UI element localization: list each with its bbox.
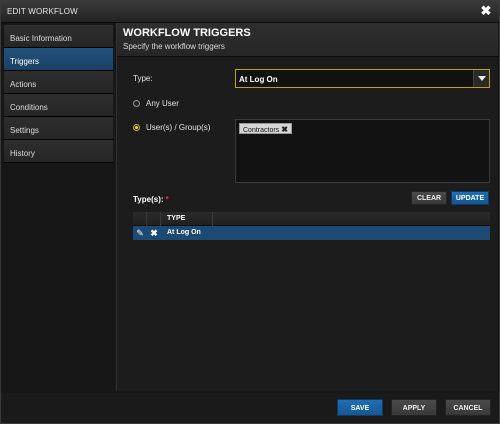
delete-icon[interactable]: ✖ [149,228,159,238]
sidebar-item-label: History [10,149,35,158]
sidebar-item-label: Basic Information [10,34,72,43]
sidebar-item-label: Triggers [10,57,40,66]
panel-header: WORKFLOW TRIGGERS Specify the workflow t… [117,23,498,57]
types-label: Type(s): * [133,195,169,204]
sidebar-item-settings[interactable]: Settings [4,117,113,140]
sidebar-item-actions[interactable]: Actions [4,71,113,94]
update-button[interactable]: UPDATE [451,191,489,205]
users-groups-field[interactable]: Contractors ✖ [235,119,490,183]
triggers-panel: WORKFLOW TRIGGERS Specify the workflow t… [116,23,498,391]
any-user-label: Any User [146,99,179,108]
table-row[interactable]: ✎ ✖ At Log On [133,226,490,240]
types-table: TYPE ✎ ✖ At Log On [133,212,490,240]
edit-icon[interactable]: ✎ [135,228,145,238]
chip-label: Contractors [243,127,280,134]
sidebar-item-basic-information[interactable]: Basic Information [4,25,113,48]
any-user-radio[interactable] [133,100,140,107]
users-groups-radio[interactable] [133,124,140,131]
sidebar-item-label: Actions [10,80,37,89]
dialog-footer: SAVE APPLY CANCEL [1,393,499,423]
sidebar-item-history[interactable]: History [4,140,113,163]
header-cell-edit [133,212,147,226]
edit-workflow-dialog: EDIT WORKFLOW ✖ Basic Information Trigge… [0,0,500,424]
header-cell-delete [147,212,161,226]
types-label-text: Type(s): [133,195,164,204]
sidebar-item-label: Conditions [10,103,48,112]
title-bar[interactable]: EDIT WORKFLOW ✖ [1,1,499,23]
required-marker: * [165,195,169,204]
save-button[interactable]: SAVE [337,399,383,416]
cancel-button[interactable]: CANCEL [445,399,491,416]
apply-button[interactable]: APPLY [391,399,437,416]
sidebar-nav: Basic Information Triggers Actions Condi… [4,25,113,163]
type-select-value: At Log On [239,75,278,84]
column-header-type: TYPE [167,215,186,222]
contractors-chip: Contractors ✖ [239,123,292,134]
sidebar-item-conditions[interactable]: Conditions [4,94,113,117]
type-label: Type: [133,74,153,83]
page-title: WORKFLOW TRIGGERS [123,27,251,39]
sidebar-item-triggers[interactable]: Triggers [4,48,113,71]
users-groups-label: User(s) / Group(s) [146,123,211,132]
type-select[interactable]: At Log On [235,69,490,88]
table-header: TYPE [133,212,490,226]
row-type-value: At Log On [167,229,201,236]
dialog-title: EDIT WORKFLOW [7,7,78,16]
page-subtitle: Specify the workflow triggers [123,42,225,51]
clear-button[interactable]: CLEAR [411,191,447,205]
close-icon[interactable]: ✖ [479,4,493,18]
chevron-down-icon[interactable] [473,70,489,87]
remove-chip-icon[interactable]: ✖ [281,125,288,134]
sidebar-item-label: Settings [10,126,39,135]
